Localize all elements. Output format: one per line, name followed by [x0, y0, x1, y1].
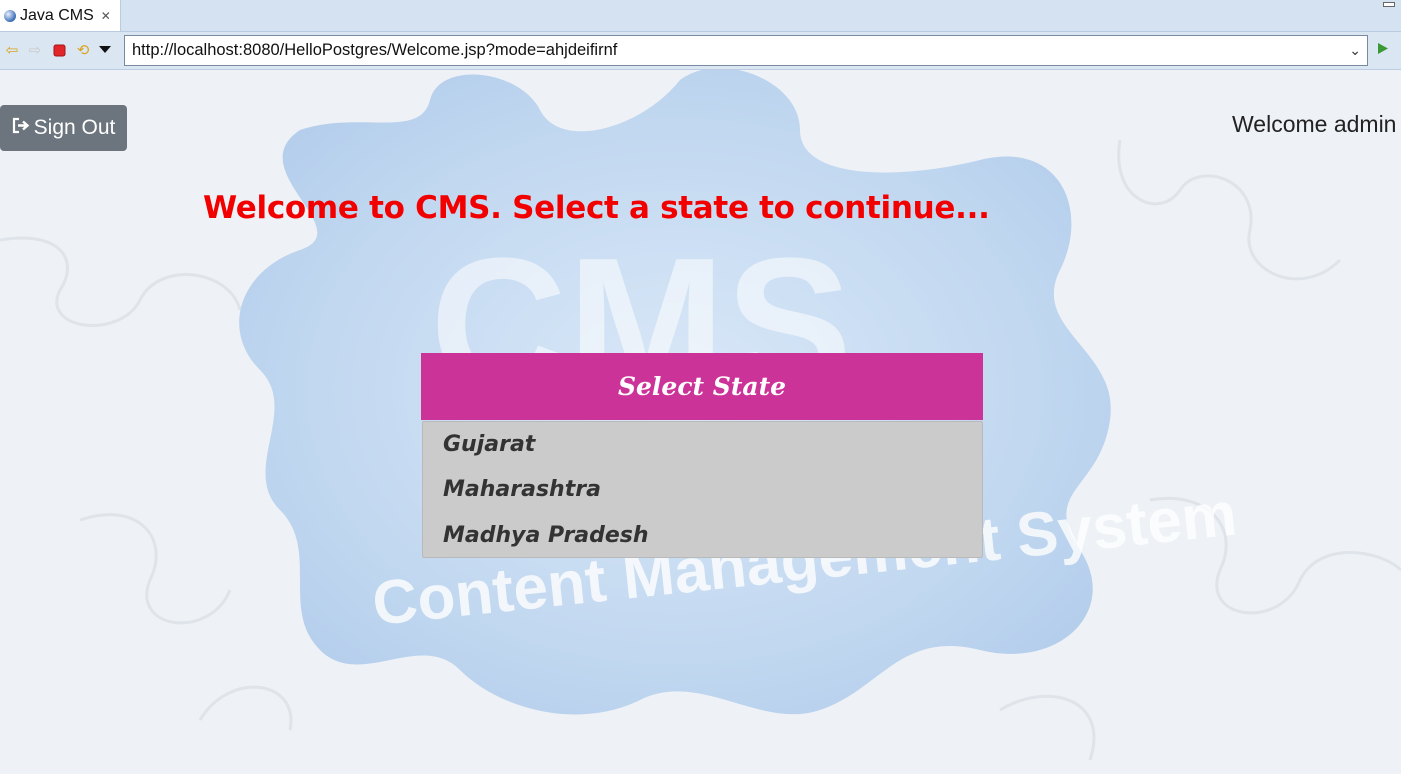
- welcome-user-text: Welcome admin: [1232, 111, 1397, 137]
- stop-icon[interactable]: [50, 41, 68, 59]
- close-tab-icon[interactable]: ✕: [101, 9, 111, 23]
- forward-arrow-icon[interactable]: ⇨: [26, 41, 44, 59]
- browser-tab-bar: Java CMS ✕: [0, 0, 1401, 32]
- dropdown-menu-icon[interactable]: [96, 41, 114, 59]
- go-icon[interactable]: [1377, 41, 1389, 59]
- minimize-icon[interactable]: [1383, 2, 1395, 7]
- refresh-icon[interactable]: ⟲: [74, 41, 92, 59]
- state-list: Gujarat Maharashtra Madhya Pradesh: [422, 421, 983, 558]
- globe-icon: [4, 9, 16, 22]
- tab-title: Java CMS: [20, 6, 94, 24]
- sign-out-label: Sign Out: [33, 116, 116, 139]
- back-arrow-icon[interactable]: ⇦: [3, 41, 21, 59]
- sign-out-button[interactable]: Sign Out: [0, 105, 127, 151]
- url-text: http://localhost:8080/HelloPostgres/Welc…: [132, 41, 618, 59]
- state-item-maharashtra[interactable]: Maharashtra: [443, 477, 601, 502]
- state-item-madhya-pradesh[interactable]: Madhya Pradesh: [443, 523, 649, 548]
- state-item-gujarat[interactable]: Gujarat: [443, 432, 535, 457]
- browser-toolbar: ⇦ ⇨ ⟲ http://localhost:8080/HelloPostgre…: [0, 32, 1401, 70]
- select-state-header: Select State: [421, 353, 983, 420]
- browser-tab[interactable]: Java CMS ✕: [0, 0, 121, 31]
- page-title: Welcome to CMS. Select a state to contin…: [203, 190, 990, 226]
- page-content: CMS Content Management System Sign Out W…: [0, 70, 1401, 774]
- sign-out-icon: [12, 117, 31, 139]
- chevron-down-icon[interactable]: ⌄: [1349, 36, 1361, 65]
- url-input[interactable]: http://localhost:8080/HelloPostgres/Welc…: [124, 35, 1368, 66]
